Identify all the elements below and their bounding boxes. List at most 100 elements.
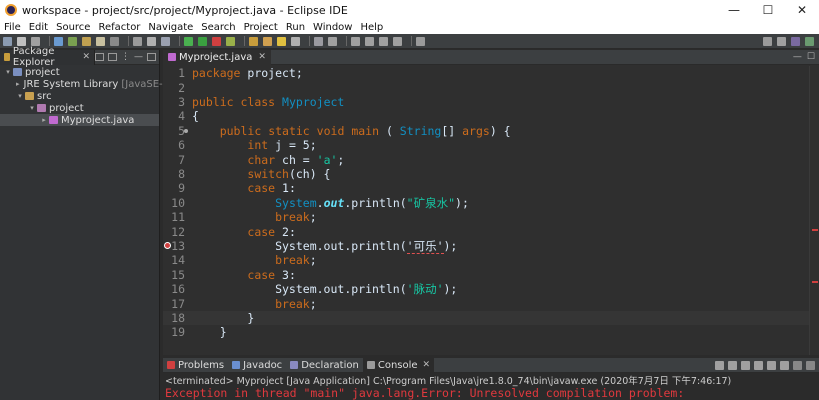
maximize-button[interactable]: ☐ — [751, 0, 785, 20]
minimize-icon[interactable] — [793, 360, 802, 370]
java-perspective-icon[interactable] — [791, 36, 800, 46]
close-icon[interactable]: ✕ — [258, 52, 266, 62]
tab-myproject-java[interactable]: Myproject.java ✕ — [163, 49, 271, 65]
run-debug-icon[interactable] — [184, 36, 193, 46]
menu-search[interactable]: Search — [197, 22, 239, 33]
close-icon[interactable]: ✕ — [82, 52, 90, 62]
code-line[interactable]: 4{ — [163, 109, 809, 123]
open-console-icon[interactable] — [780, 360, 789, 370]
tab-package-explorer[interactable]: Package Explorer ✕ — [0, 46, 95, 68]
code-line[interactable]: 12 case 2: — [163, 224, 809, 239]
stop-icon[interactable] — [212, 36, 221, 46]
terminal-icon[interactable] — [110, 36, 119, 46]
error-marker[interactable] — [812, 281, 818, 283]
menu-edit[interactable]: Edit — [25, 22, 52, 33]
expand-arrow-icon[interactable]: ▾ — [16, 92, 24, 100]
maximize-icon[interactable]: ☐ — [807, 52, 815, 62]
code-line[interactable]: 9 case 1: — [163, 181, 809, 195]
code-line[interactable]: 17 break; — [163, 296, 809, 311]
code-line[interactable]: 10 System.out.println("矿泉水"); — [163, 196, 809, 210]
save-icon[interactable] — [17, 36, 26, 46]
new-class-icon[interactable] — [277, 36, 286, 46]
editor-scrollbar[interactable] — [809, 66, 819, 355]
minimize-icon[interactable]: — — [793, 52, 802, 62]
new-java-project-icon[interactable] — [249, 36, 258, 46]
code-line[interactable]: 13 System.out.println('可乐'); — [163, 239, 809, 254]
expand-arrow-icon[interactable]: ▾ — [28, 104, 36, 112]
maximize-icon[interactable] — [806, 360, 815, 370]
menu-file[interactable]: File — [0, 22, 25, 33]
code-line[interactable]: 14 break; — [163, 253, 809, 267]
code-line[interactable]: 16 System.out.println('脉动'); — [163, 282, 809, 296]
minimize-button[interactable]: — — [717, 0, 751, 20]
skip-icon[interactable] — [133, 36, 142, 46]
menu-source[interactable]: Source — [52, 22, 94, 33]
new-icon[interactable] — [3, 36, 12, 46]
close-icon[interactable]: ✕ — [423, 360, 431, 370]
menu-window[interactable]: Window — [309, 22, 356, 33]
perspective-icon[interactable] — [416, 36, 425, 46]
forward-icon[interactable] — [365, 36, 374, 46]
remove-launch-icon[interactable] — [715, 360, 724, 370]
display-console-icon[interactable] — [767, 360, 776, 370]
open-icon[interactable] — [96, 36, 105, 46]
collapse-all-icon[interactable] — [95, 53, 104, 61]
pin-icon[interactable] — [393, 36, 402, 46]
tree-item[interactable]: ▸ JRE System Library [JavaSE-1.8] — [0, 78, 182, 90]
error-icon[interactable] — [164, 241, 171, 249]
code-line[interactable]: 6 int j = 5; — [163, 138, 809, 152]
code-line[interactable]: 2 — [163, 80, 809, 95]
menu-refactor[interactable]: Refactor — [94, 22, 144, 33]
next-edit-icon[interactable] — [379, 36, 388, 46]
debug-perspective-icon[interactable] — [805, 36, 814, 46]
scroll-lock-icon[interactable] — [741, 360, 750, 370]
error-marker[interactable] — [812, 229, 818, 231]
code-line[interactable]: 15 case 3: — [163, 268, 809, 282]
tab-javadoc[interactable]: Javadoc — [228, 358, 286, 373]
override-marker-icon[interactable] — [184, 128, 188, 133]
expand-arrow-icon[interactable]: ▸ — [40, 116, 48, 124]
save-all-icon[interactable] — [31, 36, 40, 46]
code-line[interactable]: 1 package project; — [163, 66, 809, 80]
code-line[interactable]: 7 char ch = 'a'; — [163, 152, 809, 167]
new-package-icon[interactable] — [263, 36, 272, 46]
code-line[interactable]: 8 switch(ch) { — [163, 167, 809, 181]
code-line[interactable]: 19 } — [163, 325, 809, 339]
tab-problems[interactable]: Problems — [163, 358, 228, 373]
expand-arrow-icon[interactable]: ▾ — [4, 68, 12, 76]
search-icon[interactable] — [314, 36, 323, 46]
run-icon[interactable] — [198, 36, 207, 46]
expand-arrow-icon[interactable]: ▸ — [16, 80, 20, 88]
tree-item[interactable]: ▾ src — [0, 90, 159, 102]
menu-run[interactable]: Run — [282, 22, 309, 33]
coverage-icon[interactable] — [226, 36, 235, 46]
tab-console[interactable]: Console ✕ — [362, 357, 435, 373]
maximize-icon[interactable] — [147, 53, 156, 61]
open-perspective-icon[interactable] — [777, 36, 786, 46]
tree-item[interactable]: ▸ Myproject.java — [0, 114, 159, 126]
menu-navigate[interactable]: Navigate — [144, 22, 197, 33]
code-line[interactable]: 3 public class Myproject — [163, 95, 809, 109]
annotation-icon[interactable] — [328, 36, 337, 46]
tree-item[interactable]: ▾ project — [0, 102, 159, 114]
history-icon[interactable] — [161, 36, 170, 46]
open-type-icon[interactable] — [291, 36, 300, 46]
layout-icon[interactable] — [147, 36, 156, 46]
link-with-editor-icon[interactable] — [108, 53, 117, 61]
pin-console-icon[interactable] — [754, 360, 763, 370]
build-icon[interactable] — [54, 36, 63, 46]
menu-help[interactable]: Help — [356, 22, 387, 33]
code-line[interactable]: 5 public static void main ( String[] arg… — [163, 124, 809, 138]
view-menu-icon[interactable]: ⋮ — [121, 52, 130, 62]
menu-project[interactable]: Project — [240, 22, 282, 33]
tab-declaration[interactable]: Declaration — [286, 358, 363, 373]
code-line[interactable]: 11 break; — [163, 210, 809, 224]
quick-access-icon[interactable] — [763, 36, 772, 46]
minimize-icon[interactable]: — — [134, 52, 143, 62]
back-icon[interactable] — [351, 36, 360, 46]
close-button[interactable]: ✕ — [785, 0, 819, 20]
package-icon[interactable] — [82, 36, 91, 46]
clear-console-icon[interactable] — [728, 360, 737, 370]
debug-icon[interactable] — [68, 36, 77, 46]
code-line[interactable]: 18 } — [163, 310, 809, 326]
